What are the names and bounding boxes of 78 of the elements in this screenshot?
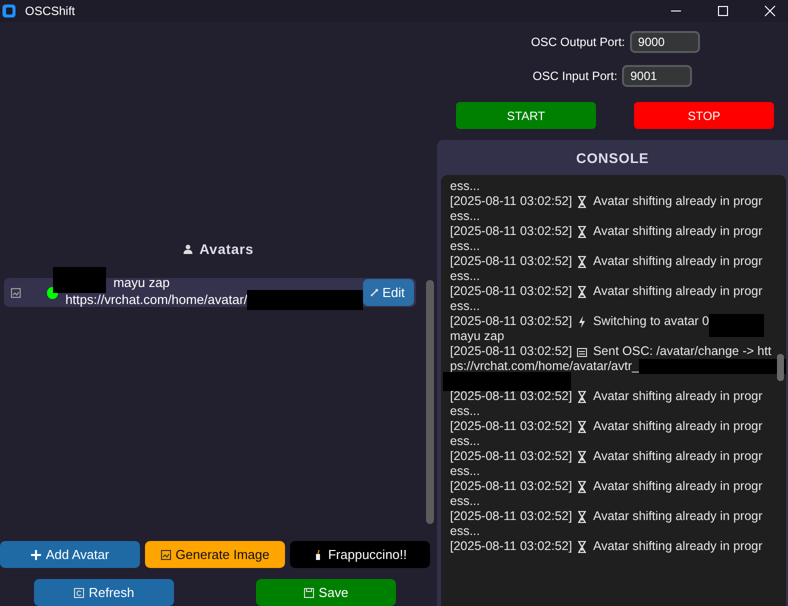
port-label: OSC Input Port: bbox=[532, 69, 618, 83]
redaction-block bbox=[53, 267, 106, 293]
maximize-icon[interactable] bbox=[717, 5, 729, 17]
avatars-heading: Avatars bbox=[199, 241, 254, 257]
frappuccino-button[interactable]: Frappuccino!! bbox=[290, 541, 430, 568]
avatar-url: https://vrchat.com/home/avatar/ bbox=[65, 292, 248, 306]
hourglass-icon bbox=[577, 480, 588, 492]
log-text: Avatar shifting already in progr bbox=[593, 539, 762, 554]
log-text: ess... bbox=[450, 434, 480, 449]
hourglass-icon bbox=[577, 450, 588, 462]
log-text: ess... bbox=[450, 209, 480, 224]
log-time: [2025-08-11 03:02:52] bbox=[450, 194, 572, 209]
hourglass-icon bbox=[577, 540, 588, 552]
log-time: [2025-08-11 03:02:52] bbox=[450, 224, 572, 239]
image-icon bbox=[11, 288, 21, 298]
log-text: Avatar shifting already in progr bbox=[593, 509, 762, 524]
hourglass-icon bbox=[577, 256, 588, 268]
log-text: Avatar shifting already in progr bbox=[593, 419, 762, 434]
hourglass-icon bbox=[577, 390, 588, 402]
hourglass-icon bbox=[577, 510, 588, 522]
avatar-name: mayu zap bbox=[113, 276, 170, 290]
log-text: Avatar shifting already in progr bbox=[593, 449, 762, 464]
log-text: Avatar shifting already in progr bbox=[593, 224, 762, 239]
window-title: OSCShift bbox=[25, 4, 76, 18]
log-time: [2025-08-11 03:02:52] bbox=[450, 509, 572, 524]
generate-image-button[interactable]: Generate Image bbox=[145, 541, 285, 568]
log-text: Avatar shifting already in progr bbox=[593, 284, 762, 299]
add-avatar-button[interactable]: Add Avatar bbox=[0, 541, 140, 568]
log-text: ess... bbox=[450, 179, 480, 194]
log-time: [2025-08-11 03:02:52] bbox=[450, 389, 572, 404]
log-time: [2025-08-11 03:02:52] bbox=[450, 284, 572, 299]
scrollbar[interactable] bbox=[777, 354, 784, 381]
image-icon bbox=[160, 550, 171, 560]
hourglass-icon bbox=[577, 286, 588, 298]
edit-button[interactable]: Edit bbox=[363, 279, 414, 306]
log-text: Avatar shifting already in progr bbox=[593, 254, 762, 269]
plus-icon bbox=[30, 550, 41, 560]
log-text: Avatar shifting already in progr bbox=[593, 389, 762, 404]
port-field[interactable]: 9000 bbox=[630, 31, 700, 53]
save-button[interactable]: Save bbox=[256, 579, 396, 606]
scrollbar[interactable] bbox=[426, 280, 434, 524]
port-label: OSC Output Port: bbox=[530, 35, 626, 49]
avatar-row[interactable]: mayu zap https://vrchat.com/home/avatar/ Edit bbox=[4, 278, 416, 307]
log-text: ess... bbox=[450, 404, 480, 419]
hourglass-icon bbox=[577, 420, 588, 432]
log-time: [2025-08-11 03:02:52] bbox=[450, 344, 572, 359]
lightning-icon bbox=[577, 316, 588, 328]
wrench-icon bbox=[370, 288, 380, 297]
start-button[interactable]: START bbox=[456, 102, 596, 129]
log-text: ess... bbox=[450, 299, 480, 314]
log-text: ess... bbox=[450, 464, 480, 479]
log-time: [2025-08-11 03:02:52] bbox=[450, 314, 572, 329]
log-text: ess... bbox=[450, 269, 480, 284]
log-time: [2025-08-11 03:02:52] bbox=[450, 539, 572, 554]
log-text: ess... bbox=[450, 494, 480, 509]
log-time: [2025-08-11 03:02:52] bbox=[450, 479, 572, 494]
log-text: Switching to avatar 0 bbox=[593, 314, 710, 329]
console-title: CONSOLE bbox=[575, 149, 650, 168]
log-text: ess... bbox=[450, 239, 480, 254]
person-icon bbox=[183, 244, 194, 254]
log-text: Sent OSC: /avatar/change -> htt bbox=[593, 344, 772, 359]
redaction-block bbox=[709, 314, 764, 337]
stop-button[interactable]: STOP bbox=[634, 102, 774, 129]
close-icon[interactable] bbox=[764, 5, 776, 17]
refresh-button[interactable]: Refresh bbox=[34, 579, 174, 606]
port-field[interactable]: 9001 bbox=[622, 65, 692, 87]
log-time: [2025-08-11 03:02:52] bbox=[450, 254, 572, 269]
log-text: ps://vrchat.com/home/avatar/avtr_ bbox=[450, 359, 639, 374]
hourglass-icon bbox=[577, 196, 588, 208]
log-text: ess... bbox=[450, 524, 480, 539]
log-time: [2025-08-11 03:02:52] bbox=[450, 449, 572, 464]
message-icon bbox=[577, 346, 588, 358]
refresh-icon bbox=[74, 588, 84, 598]
hourglass-icon bbox=[577, 226, 588, 238]
log-time: [2025-08-11 03:02:52] bbox=[450, 419, 572, 434]
log-text: Avatar shifting already in progr bbox=[593, 194, 762, 209]
log-text: mayu zap bbox=[450, 329, 504, 344]
log-text: Avatar shifting already in progr bbox=[593, 479, 762, 494]
